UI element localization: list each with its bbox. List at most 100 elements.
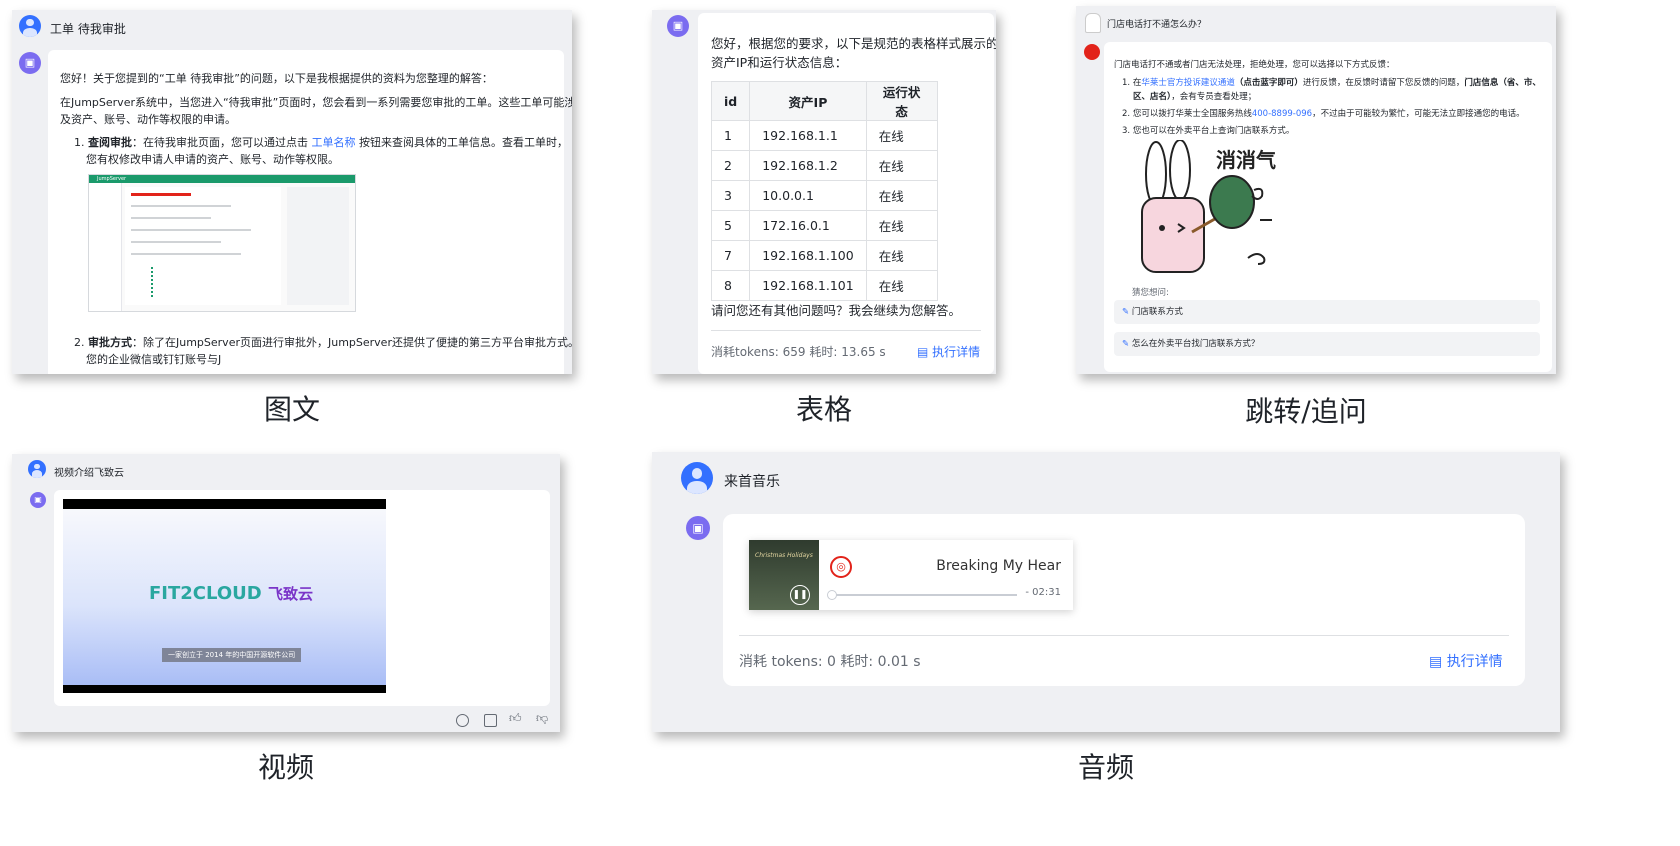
- screenshot-sidebar: [89, 183, 122, 311]
- suggestion-chip[interactable]: ✎ 怎么在外卖平台找门店联系方式？: [1114, 332, 1540, 356]
- list-number: 2.: [1122, 109, 1131, 119]
- screenshot-header: JumpServer: [89, 175, 355, 183]
- user-avatar: [1085, 13, 1101, 33]
- answer-list-line: 区、店名），会有专员查看处理；: [1133, 90, 1256, 102]
- caption-audio: 音频: [1077, 751, 1134, 784]
- list-item-text: 您可以拨打华莱士全国服务热线: [1132, 109, 1252, 119]
- caption-jump: 跳转/追问: [1245, 395, 1367, 428]
- list-item-text: 按钮来查阅具体的工单信息。查看工单时，: [355, 136, 568, 149]
- table-row: 7 192.168.1.100 在线: [710, 240, 938, 271]
- list-item-text: ：在待我审批页面，您可以通过点击: [132, 136, 312, 149]
- sticker-caption: 消消气: [1216, 148, 1276, 172]
- answer-card: 您好，根据您的要求，以下是规范的表格样式展示的 资产IP和运行状态信息： id …: [698, 13, 996, 374]
- table-cell: 在线: [865, 120, 938, 151]
- screenshot-brand: JumpServer: [97, 176, 127, 182]
- copy-icon[interactable]: [484, 714, 497, 727]
- table-cell: 5: [710, 210, 751, 241]
- answer-para-line: 及资产、账号、动作等权限的申请。: [60, 113, 236, 126]
- list-item-title: 审批方式: [88, 336, 132, 349]
- play-icon[interactable]: [456, 714, 469, 727]
- bot-avatar: ▣: [686, 516, 710, 540]
- list-item-text: 您也可以在外卖平台上查询门店联系方式。: [1132, 126, 1295, 136]
- logo-latin: FIT2CLOUD: [149, 583, 262, 604]
- table-cell: 1: [710, 120, 751, 151]
- list-item-hint: （点击蓝字即可）: [1234, 78, 1303, 88]
- thumbs-down-icon[interactable]: 👎︎: [536, 711, 548, 726]
- answer-list-item: 3. 您也可以在外卖平台上查询门店联系方式。: [1122, 124, 1294, 136]
- table-cell: 在线: [865, 270, 938, 301]
- table-cell: 192.168.1.101: [749, 270, 867, 301]
- panel-audio: 来首音乐 ▣ Christmas Holidays ❚❚ ◎ Breaking …: [652, 452, 1560, 732]
- logo-cn: 飞致云: [267, 585, 313, 603]
- progress-track[interactable]: [827, 590, 1017, 600]
- table-row: 2 192.168.1.2 在线: [710, 150, 938, 181]
- pen-icon: ✎: [1122, 307, 1130, 317]
- execution-detail-link[interactable]: ▤ 执行详情: [917, 343, 980, 360]
- panel-table: ▣ 您好，根据您的要求，以下是规范的表格样式展示的 资产IP和运行状态信息： i…: [652, 10, 996, 374]
- panel-video: 视频介绍飞致云 ▣ FIT2CLOUD 飞致云 一家创立于 2014 年的中国开…: [12, 454, 560, 732]
- hotline-link[interactable]: 400-8899-096: [1252, 109, 1312, 119]
- thumbs-up-icon[interactable]: 👍︎: [509, 711, 522, 726]
- user-question: 来首音乐: [724, 474, 780, 490]
- answer-list-line: 您有权修改申请人申请的资产、账号、动作等权限。: [86, 153, 339, 166]
- user-question: 视频介绍飞致云: [54, 468, 124, 479]
- progress-handle[interactable]: [827, 590, 837, 600]
- usage-stats: 消耗tokens: 659 耗时: 13.65 s: [711, 345, 886, 359]
- divider: [711, 330, 981, 331]
- user-avatar: [28, 460, 46, 478]
- track-time: - 02:31: [1025, 587, 1061, 598]
- table-row: 5 172.16.0.1 在线: [710, 210, 938, 241]
- user-avatar: [681, 462, 713, 494]
- bot-avatar: ▣: [667, 15, 689, 37]
- album-cover: Christmas Holidays ❚❚: [749, 540, 819, 610]
- usage-stats: 消耗 tokens: 0 耗时: 0.01 s: [739, 654, 921, 670]
- ticket-name-link[interactable]: 工单名称: [312, 136, 356, 149]
- track-title: Breaking My Hear: [936, 558, 1061, 574]
- answer-intro: 门店电话打不通或者门店无法处理，拒绝处理，您可以选择以下方式反馈：: [1114, 60, 1395, 70]
- table-row: 1 192.168.1.1 在线: [710, 120, 938, 151]
- list-number: 2.: [74, 336, 85, 349]
- complaint-channel-link[interactable]: 华莱士官方投诉建议通道: [1141, 78, 1235, 88]
- list-item-title: 查阅审批: [88, 136, 132, 149]
- bunny-sticker: 消消气: [1134, 139, 1284, 276]
- table-cell: 3: [710, 180, 751, 211]
- answer-card: 您好！关于您提到的“工单 待我审批”的问题，以下是我根据提供的资料为您整理的解答…: [48, 50, 572, 374]
- bot-avatar: ▣: [19, 52, 41, 74]
- list-number: 3.: [1122, 126, 1131, 136]
- answer-list-item: 2. 审批方式：除了在JumpServer页面进行审批外，JumpServer还…: [74, 334, 572, 350]
- table-cell: 在线: [865, 240, 938, 271]
- table-cell: 192.168.1.100: [749, 240, 867, 271]
- list-item-text: ，会有专员查看处理；: [1171, 92, 1257, 102]
- music-player: Christmas Holidays ❚❚ ◎ Breaking My Hear…: [749, 540, 1073, 610]
- pause-icon[interactable]: ❚❚: [790, 585, 810, 605]
- execution-detail-label: 执行详情: [932, 345, 981, 359]
- table-cell: 172.16.0.1: [749, 210, 867, 241]
- album-title: Christmas Holidays: [755, 552, 813, 559]
- panel-jump: 门店电话打不通怎么办？ 门店电话打不通或者门店无法处理，拒绝处理，您可以选择以下…: [1076, 6, 1556, 374]
- video-player[interactable]: FIT2CLOUD 飞致云 一家创立于 2014 年的中国开源软件公司: [63, 499, 386, 693]
- answer-intro: 您好！关于您提到的“工单 待我审批”的问题，以下是我根据提供的资料为您整理的解答…: [60, 72, 493, 85]
- answer-list-item: 1. 查阅审批：在待我审批页面，您可以通过点击 工单名称 按钮来查阅具体的工单信…: [74, 134, 568, 150]
- asset-table: id 资产IP 运行状态 1 192.168.1.1 在线 2 192.168.1.2…: [710, 81, 938, 301]
- table-cell: 10.0.0.1: [749, 180, 867, 211]
- suggestion-text: 门店联系方式: [1131, 307, 1183, 317]
- document-icon: ▤: [917, 345, 929, 359]
- user-question: 门店电话打不通怎么办？: [1107, 20, 1207, 30]
- table-cell: 在线: [865, 210, 938, 241]
- execution-detail-link[interactable]: ▤ 执行详情: [1429, 651, 1503, 671]
- netease-music-icon: ◎: [830, 556, 852, 578]
- execution-detail-label: 执行详情: [1446, 654, 1503, 670]
- list-number: 1.: [74, 136, 85, 149]
- table-cell: 192.168.1.1: [749, 120, 867, 151]
- answer-card: 门店电话打不通或者门店无法处理，拒绝处理，您可以选择以下方式反馈： 1. 在华莱…: [1104, 42, 1552, 372]
- jumpserver-screenshot: JumpServer: [88, 174, 356, 312]
- user-avatar: [19, 15, 41, 37]
- table-cell: 7: [710, 240, 751, 271]
- column-header: id: [710, 81, 751, 121]
- list-item-text: ，不过由于可能较为繁忙，可能无法立即接通您的电话。: [1312, 109, 1525, 119]
- suggestion-chip[interactable]: ✎ 门店联系方式: [1114, 300, 1540, 324]
- panel-image-text: 工单 待我审批 ▣ 您好！关于您提到的“工单 待我审批”的问题，以下是我根据提供…: [12, 10, 572, 374]
- screenshot-form: [125, 187, 281, 305]
- fit2cloud-logo: FIT2CLOUD 飞致云: [149, 583, 313, 604]
- document-icon: ▤: [1429, 654, 1443, 670]
